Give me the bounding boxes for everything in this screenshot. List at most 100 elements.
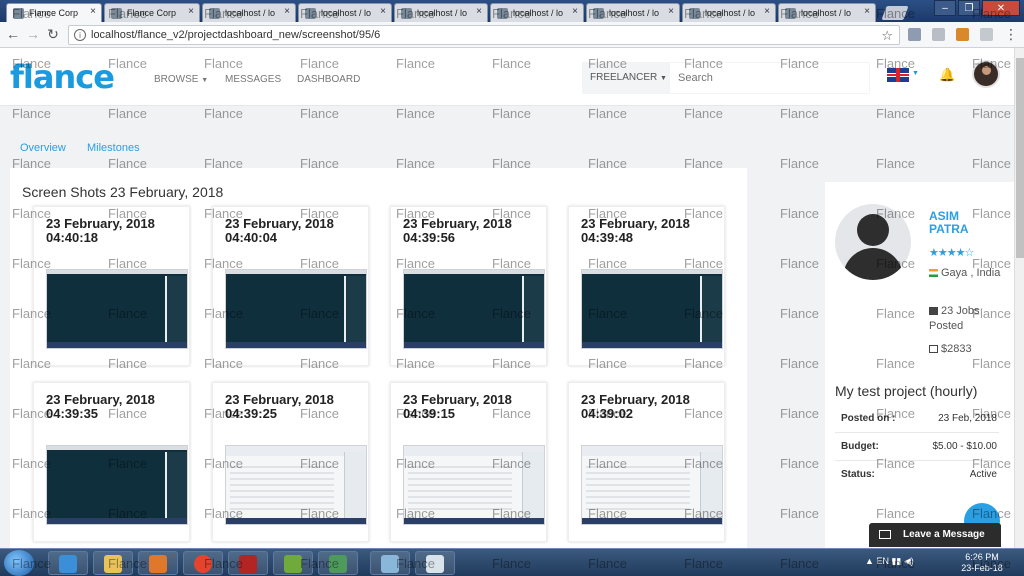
taskbar-explorer[interactable] [93, 551, 133, 575]
screenshot-thumbnail[interactable] [46, 269, 188, 349]
screenshot-thumbnail[interactable] [403, 269, 545, 349]
media-player-icon [149, 555, 167, 573]
tab-localhost-7[interactable]: localhost / lo × [778, 3, 876, 22]
screenshot-card[interactable]: 23 February, 2018 04:39:48 [568, 206, 725, 366]
avatar[interactable] [972, 60, 1000, 88]
screenshot-timestamp: 23 February, 2018 04:39:48 [581, 216, 690, 245]
tab-localhost-6[interactable]: localhost / lo × [682, 3, 776, 22]
screenshot-card[interactable]: 23 February, 2018 04:39:25 [212, 382, 369, 542]
watermark-text: Flance [780, 406, 820, 421]
bell-icon[interactable]: 🔔 [939, 67, 955, 83]
close-icon[interactable]: × [380, 6, 386, 17]
taskbar-media[interactable] [138, 551, 178, 575]
screenshot-timestamp: 23 February, 2018 04:40:04 [225, 216, 334, 245]
briefcase-icon [929, 307, 938, 316]
restore-icon[interactable]: ❐ [958, 0, 980, 16]
screenshot-thumbnail[interactable] [403, 445, 545, 525]
close-icon[interactable]: × [572, 6, 578, 17]
taskbar-notepad[interactable] [273, 551, 313, 575]
taskbar-network[interactable] [318, 551, 358, 575]
minimize-icon[interactable]: – [934, 0, 956, 16]
freelancer-dropdown[interactable]: FREELANCER ▼ [590, 72, 667, 83]
nav-browse[interactable]: BROWSE ▼ [154, 74, 208, 85]
tab-overview[interactable]: Overview [20, 142, 66, 154]
nav-messages[interactable]: MESSAGES [225, 74, 281, 85]
screenshot-timestamp: 23 February, 2018 04:39:35 [46, 392, 155, 421]
extension-icon[interactable] [932, 28, 945, 41]
project-row-posted: Posted on :23 Feb, 2018 [835, 405, 999, 433]
bookmark-star-icon[interactable]: ☆ [881, 28, 893, 44]
menu-icon[interactable]: ⋮ [1002, 26, 1020, 43]
close-icon[interactable]: × [668, 6, 674, 17]
screenshot-thumbnail[interactable] [46, 445, 188, 525]
screenshot-card[interactable]: 23 February, 2018 04:40:04 [212, 206, 369, 366]
screenshot-timestamp: 23 February, 2018 04:40:18 [46, 216, 155, 245]
url-field[interactable]: i localhost/flance_v2/projectdashboard_n… [68, 25, 900, 45]
page-scrollbar[interactable] [1014, 48, 1024, 548]
watermark-text: Flance [300, 106, 340, 121]
watermark-text: Flance [780, 456, 820, 471]
start-button[interactable] [4, 550, 34, 576]
close-icon[interactable]: × [764, 6, 770, 17]
flance-logo[interactable]: flance [10, 58, 115, 96]
tab-localhost-5[interactable]: localhost / lo × [586, 3, 680, 22]
tab-localhost-2[interactable]: localhost / lo × [298, 3, 392, 22]
signal-icon[interactable]: ▮▮ [891, 556, 901, 566]
close-icon[interactable]: × [864, 6, 870, 17]
window-close-icon[interactable]: ✕ [982, 0, 1020, 16]
lang-indicator[interactable]: EN [876, 556, 889, 566]
screenshot-thumbnail[interactable] [581, 269, 723, 349]
taskbar-chrome[interactable] [183, 551, 223, 575]
client-jobs: 23 Jobs Posted [929, 305, 980, 332]
screenshot-thumbnail[interactable] [225, 445, 367, 525]
screenshot-card[interactable]: 23 February, 2018 04:39:02 [568, 382, 725, 542]
close-icon[interactable]: × [284, 6, 290, 17]
tray-up-icon[interactable]: ▲ [865, 556, 874, 566]
tab-flance-corp-2[interactable]: Flance Corp × [104, 3, 200, 22]
caret-down-icon[interactable]: ▼ [912, 70, 919, 77]
scrollbar-thumb[interactable] [1016, 58, 1024, 258]
client-name[interactable]: ASIM PATRA [929, 210, 999, 236]
close-icon[interactable]: × [188, 6, 194, 17]
taskbar-filezilla[interactable] [228, 551, 268, 575]
back-icon[interactable]: ← [4, 26, 22, 42]
extension-icon[interactable] [980, 28, 993, 41]
info-icon[interactable]: i [74, 29, 86, 41]
screenshot-card[interactable]: 23 February, 2018 04:39:15 [390, 382, 547, 542]
screenshot-card[interactable]: 23 February, 2018 04:39:35 [33, 382, 190, 542]
taskbar-snipping[interactable] [415, 551, 455, 575]
watermark-text: Flance [972, 106, 1012, 121]
tab-localhost-3[interactable]: localhost / lo × [394, 3, 488, 22]
uk-flag-icon[interactable] [887, 68, 909, 82]
extension-icon[interactable] [908, 28, 921, 41]
watermark-text: Flance [684, 106, 724, 121]
search-input[interactable] [670, 63, 869, 93]
screenshot-thumbnail[interactable] [225, 269, 367, 349]
watermark-text: Flance [12, 106, 52, 121]
reload-icon[interactable]: ↻ [44, 26, 62, 43]
taskbar-app[interactable] [370, 551, 410, 575]
forward-icon[interactable]: → [24, 26, 42, 42]
page-title: Screen Shots 23 February, 2018 [22, 184, 224, 200]
screenshot-card[interactable]: 23 February, 2018 04:40:18 [33, 206, 190, 366]
app-icon [381, 555, 399, 573]
leave-message-widget[interactable]: Leave a Message [869, 523, 1001, 547]
close-icon[interactable]: × [476, 6, 482, 17]
taskbar-ie[interactable] [48, 551, 88, 575]
tab-flance-corp-1[interactable]: Flance Corp × [6, 3, 102, 22]
watermark-text: Flance [972, 156, 1012, 171]
screenshot-thumbnail[interactable] [581, 445, 723, 525]
close-icon[interactable]: × [90, 6, 96, 17]
nav-dashboard[interactable]: DASHBOARD [297, 74, 360, 85]
tab-localhost-4[interactable]: localhost / lo × [490, 3, 584, 22]
extension-icon[interactable] [956, 28, 969, 41]
new-tab-button[interactable] [881, 6, 909, 20]
tab-milestones[interactable]: Milestones [87, 142, 140, 154]
network-icon [329, 555, 347, 573]
tab-localhost-1[interactable]: localhost / lo × [202, 3, 296, 22]
clock[interactable]: 6:26 PM 23-Feb-18 [956, 552, 1008, 574]
screenshot-card[interactable]: 23 February, 2018 04:39:56 [390, 206, 547, 366]
volume-icon[interactable]: ◀) [904, 556, 914, 566]
project-title: My test project (hourly) [835, 383, 978, 399]
notepad-icon [284, 555, 302, 573]
